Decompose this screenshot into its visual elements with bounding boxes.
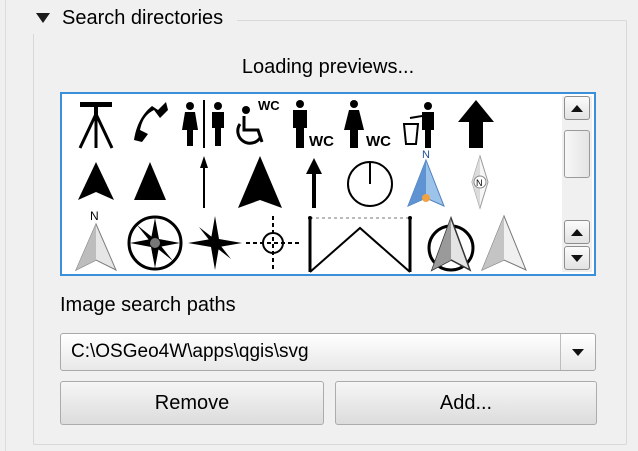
scroll-up-button-lower[interactable]	[564, 220, 590, 244]
scroll-up-button[interactable]	[564, 96, 590, 120]
v-line-icon[interactable]	[304, 212, 416, 274]
image-search-paths-label: Image search paths	[60, 294, 236, 316]
men-wc-icon[interactable]: WC	[286, 96, 338, 152]
svg-text:N: N	[90, 209, 99, 223]
group-title: Search directories	[62, 6, 224, 29]
scroll-thumb[interactable]	[564, 130, 590, 178]
chevron-up-icon	[571, 104, 583, 112]
toilets-icon[interactable]	[178, 96, 230, 152]
compass-rose-icon[interactable]	[124, 212, 186, 274]
arrowhead-grey-icon[interactable]	[478, 212, 530, 274]
up-arrow-icon[interactable]	[450, 96, 502, 152]
selected-path: C:\OSGeo4W\apps\qgis\svg	[71, 341, 309, 362]
crosshair-icon[interactable]	[244, 214, 302, 272]
preview-scrollbar[interactable]	[562, 96, 592, 272]
four-point-star-icon[interactable]	[186, 214, 244, 272]
remove-button[interactable]: Remove	[60, 381, 324, 425]
telephone-icon[interactable]	[124, 96, 176, 152]
line-arrow-icon[interactable]	[288, 152, 340, 212]
scroll-down-button[interactable]	[564, 246, 590, 270]
north-arrow-circle-icon[interactable]	[422, 212, 480, 274]
svg-text:WC: WC	[366, 133, 391, 150]
thin-arrow-icon[interactable]	[178, 152, 230, 212]
loading-previews-text: Loading previews...	[241, 56, 415, 78]
left-border	[5, 0, 6, 451]
group-header[interactable]: Search directories	[30, 2, 238, 34]
north-arrow-icon[interactable]: N	[70, 208, 122, 274]
add-button[interactable]: Add...	[335, 381, 597, 425]
svg-symbol-list[interactable]: WC WC WC N N N	[60, 92, 596, 276]
collapse-arrow-icon[interactable]	[36, 13, 50, 23]
waste-bin-icon[interactable]	[396, 96, 448, 152]
chevron-down-icon[interactable]	[572, 349, 584, 356]
surveyor-tripod-icon[interactable]	[70, 96, 122, 152]
svg-text:WC: WC	[309, 133, 334, 150]
arrowhead-icon[interactable]	[124, 152, 176, 212]
chevron-down-icon	[571, 254, 583, 262]
circle-tick-icon[interactable]	[342, 152, 398, 212]
women-wc-icon[interactable]: WC	[340, 96, 396, 152]
compass-needle-icon[interactable]: N	[454, 152, 506, 212]
svg-text:WC: WC	[258, 98, 280, 113]
combo-divider	[560, 334, 561, 370]
arrowhead-small-icon[interactable]	[70, 152, 122, 212]
chevron-up-icon	[571, 228, 583, 236]
svg-text:N: N	[476, 178, 483, 188]
large-arrowhead-icon[interactable]	[232, 152, 288, 212]
wheelchair-wc-icon[interactable]: WC	[232, 96, 284, 152]
blue-north-arrow-icon[interactable]: N	[398, 148, 454, 212]
search-path-combobox[interactable]: C:\OSGeo4W\apps\qgis\svg	[60, 333, 596, 371]
